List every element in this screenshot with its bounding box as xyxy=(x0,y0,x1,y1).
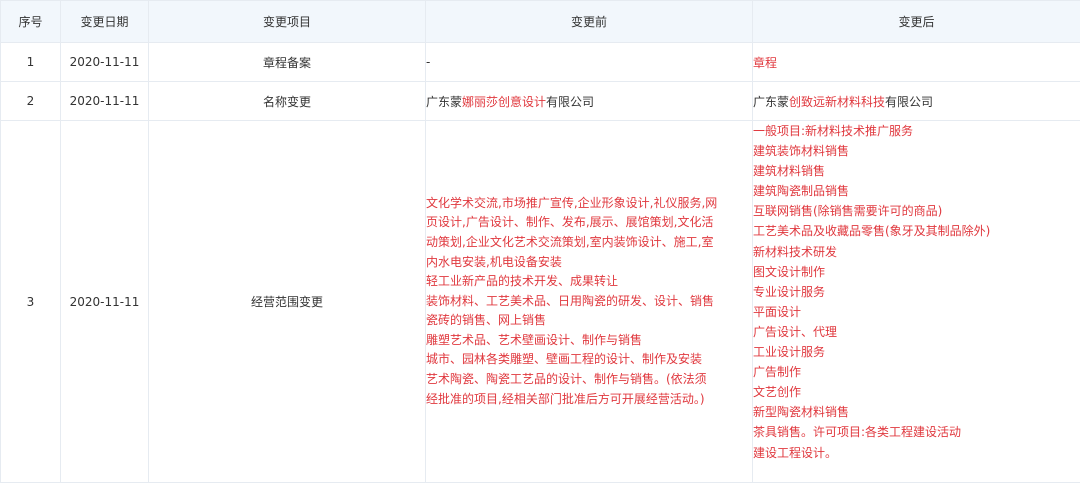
scope-before-line: 城市、园林各类雕塑、壁画工程的设计、制作及安装 xyxy=(426,352,703,367)
after-name-changed: 创致远新材料科技 xyxy=(789,94,886,109)
scope-after-line: 建设工程设计。 xyxy=(753,445,838,460)
row-date: 2020-11-11 xyxy=(60,81,149,121)
row-after: 广东蒙创致远新材料科技有限公司 xyxy=(752,81,1080,121)
scope-after-line: 平面设计 xyxy=(753,304,802,319)
after-name-prefix: 广东蒙 xyxy=(753,94,790,109)
row-after: 章程 xyxy=(752,42,1080,82)
scope-after-line: 新型陶瓷材料销售 xyxy=(753,405,850,420)
table-header-row: 序号 变更日期 变更项目 变更前 变更后 xyxy=(0,0,1080,43)
row-date: 2020-11-11 xyxy=(60,42,149,82)
scope-after-line: 互联网销售(除销售需要许可的商品) xyxy=(753,204,943,219)
row-seq: 2 xyxy=(0,81,61,121)
scope-after-line: 新材料技术研发 xyxy=(753,244,838,259)
scope-before-line: 文化学术交流,市场推广宣传,企业形象设计,礼仪服务,网 xyxy=(426,195,718,210)
scope-after-line: 工业设计服务 xyxy=(753,345,826,360)
row-before: 广东蒙娜丽莎创意设计有限公司 xyxy=(425,81,753,121)
header-date: 变更日期 xyxy=(60,0,149,43)
row-item: 经营范围变更 xyxy=(148,120,426,483)
before-name-prefix: 广东蒙 xyxy=(426,94,463,109)
row-before: 文化学术交流,市场推广宣传,企业形象设计,礼仪服务,网 页设计,广告设计、制作、… xyxy=(425,120,753,483)
scope-after-line: 茶具销售。许可项目:各类工程建设活动 xyxy=(753,425,962,440)
scope-before-line: 雕塑艺术品、艺术壁画设计、制作与销售 xyxy=(426,332,643,347)
scope-after-line: 广告制作 xyxy=(753,365,802,380)
table-row: 2 2020-11-11 名称变更 广东蒙娜丽莎创意设计有限公司 广东蒙创致远新… xyxy=(0,81,1080,121)
table-row: 3 2020-11-11 经营范围变更 文化学术交流,市场推广宣传,企业形象设计… xyxy=(0,120,1080,483)
row-date: 2020-11-11 xyxy=(60,120,149,483)
scope-after-line: 专业设计服务 xyxy=(753,284,826,299)
row-after: 一般项目:新材料技术推广服务 建筑装饰材料销售 建筑材料销售 建筑陶瓷制品销售 … xyxy=(752,120,1080,483)
scope-after-line: 一般项目:新材料技术推广服务 xyxy=(753,124,914,138)
row-item: 名称变更 xyxy=(148,81,426,121)
scope-before-line: 经批准的项目,经相关部门批准后方可开展经营活动。) xyxy=(426,391,705,406)
scope-after-line: 图文设计制作 xyxy=(753,264,826,279)
scope-after-line: 建筑装饰材料销售 xyxy=(753,144,850,159)
header-item: 变更项目 xyxy=(148,0,426,43)
table-row: 1 2020-11-11 章程备案 - 章程 xyxy=(0,42,1080,82)
business-scope-after: 一般项目:新材料技术推广服务 建筑装饰材料销售 建筑材料销售 建筑陶瓷制品销售 … xyxy=(753,121,1080,463)
before-name-suffix: 有限公司 xyxy=(546,94,595,109)
before-name-changed: 娜丽莎创意设计 xyxy=(462,94,547,109)
row-seq: 1 xyxy=(0,42,61,82)
business-scope-before: 文化学术交流,市场推广宣传,企业形象设计,礼仪服务,网 页设计,广告设计、制作、… xyxy=(426,194,736,410)
change-record-table: 序号 变更日期 变更项目 变更前 变更后 1 2020-11-11 章程备案 -… xyxy=(0,0,1080,483)
scope-before-line: 轻工业新产品的技术开发、成果转让 xyxy=(426,274,619,289)
header-seq: 序号 xyxy=(0,0,61,43)
scope-after-line: 建筑材料销售 xyxy=(753,164,826,179)
scope-before-line: 艺术陶瓷、陶瓷工艺品的设计、制作与销售。(依法须 xyxy=(426,372,707,387)
row-seq: 3 xyxy=(0,120,61,483)
scope-after-line: 工艺美术品及收藏品零售(象牙及其制品除外) xyxy=(753,224,991,239)
header-before: 变更前 xyxy=(425,0,753,43)
scope-before-line: 瓷砖的销售、网上销售 xyxy=(426,313,547,328)
scope-before-line: 内水电安装,机电设备安装 xyxy=(426,254,562,269)
scope-before-line: 装饰材料、工艺美术品、日用陶瓷的研发、设计、销售 xyxy=(426,293,715,308)
scope-after-line: 文艺创作 xyxy=(753,385,802,400)
scope-after-line: 广告设计、代理 xyxy=(753,324,838,339)
after-name-suffix: 有限公司 xyxy=(885,94,934,109)
scope-before-line: 动策划,企业文化艺术交流策划,室内装饰设计、施工,室 xyxy=(426,234,714,249)
scope-before-line: 页设计,广告设计、制作、发布,展示、展馆策划,文化活 xyxy=(426,215,714,230)
scope-after-line: 建筑陶瓷制品销售 xyxy=(753,184,850,199)
row-item: 章程备案 xyxy=(148,42,426,82)
header-after: 变更后 xyxy=(752,0,1080,43)
row-before: - xyxy=(425,42,753,82)
